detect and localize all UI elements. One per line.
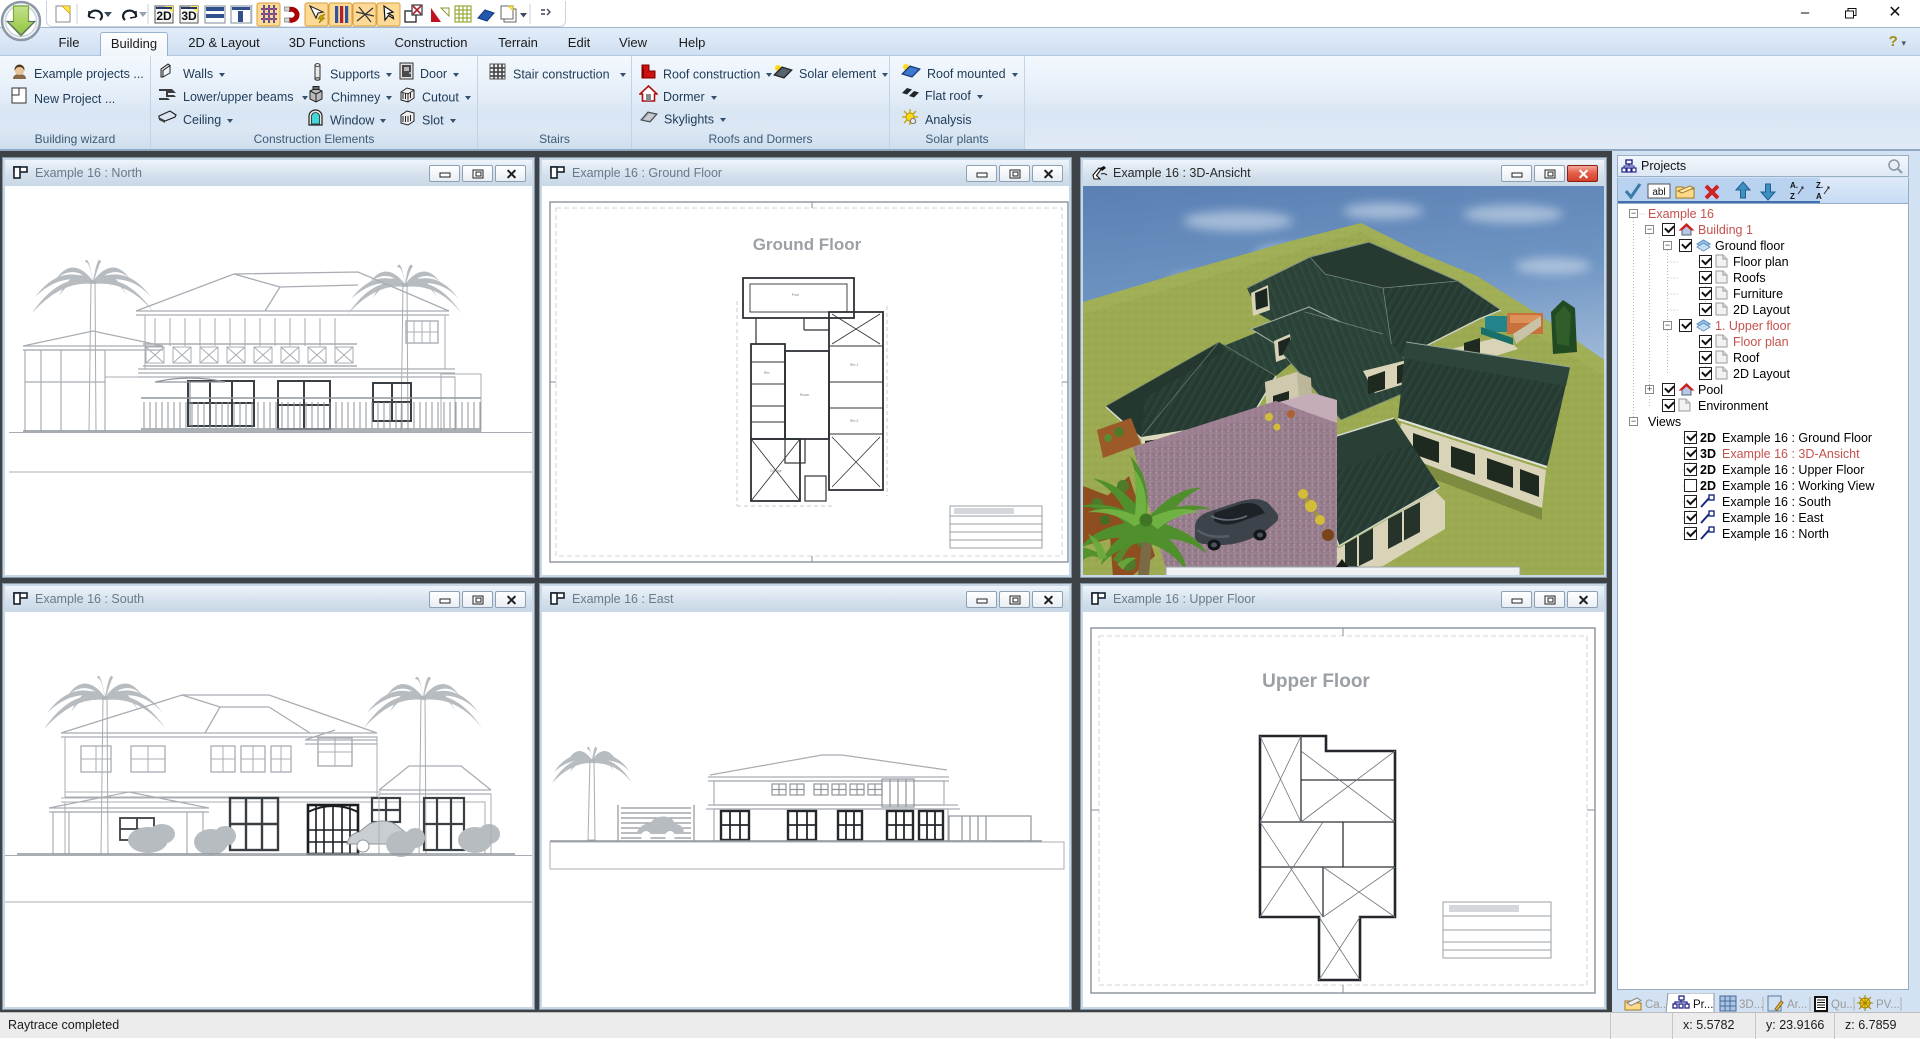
svg-text:Rm 2: Rm 2: [850, 419, 858, 423]
svg-text:Qu...: Qu...: [1831, 999, 1856, 1011]
svg-text:Room: Room: [800, 393, 809, 397]
svg-text:Z.: Z.: [1816, 181, 1823, 190]
svg-text:Ca...: Ca...: [1645, 999, 1669, 1011]
svg-text:3D...: 3D...: [1739, 999, 1763, 1011]
svg-text:Rm: Rm: [764, 371, 770, 375]
svg-text:Z: Z: [1790, 192, 1795, 201]
svg-text:2D: 2D: [156, 9, 172, 23]
svg-text:Pool: Pool: [792, 293, 799, 297]
svg-text:A: A: [1816, 192, 1822, 201]
svg-text:Ar...: Ar...: [1787, 999, 1807, 1011]
svg-text:Rm 1: Rm 1: [850, 363, 858, 367]
svg-text:3D: 3D: [181, 9, 197, 23]
svg-text:Pr...: Pr...: [1693, 999, 1713, 1011]
svg-text:Ground Floor: Ground Floor: [753, 235, 862, 254]
svg-text:A.: A.: [1790, 181, 1798, 190]
svg-text:Upper Floor: Upper Floor: [1262, 671, 1370, 692]
svg-text:abl: abl: [1652, 187, 1665, 198]
svg-text:Garage: Garage: [770, 469, 782, 473]
svg-text:PV...: PV...: [1876, 999, 1900, 1011]
